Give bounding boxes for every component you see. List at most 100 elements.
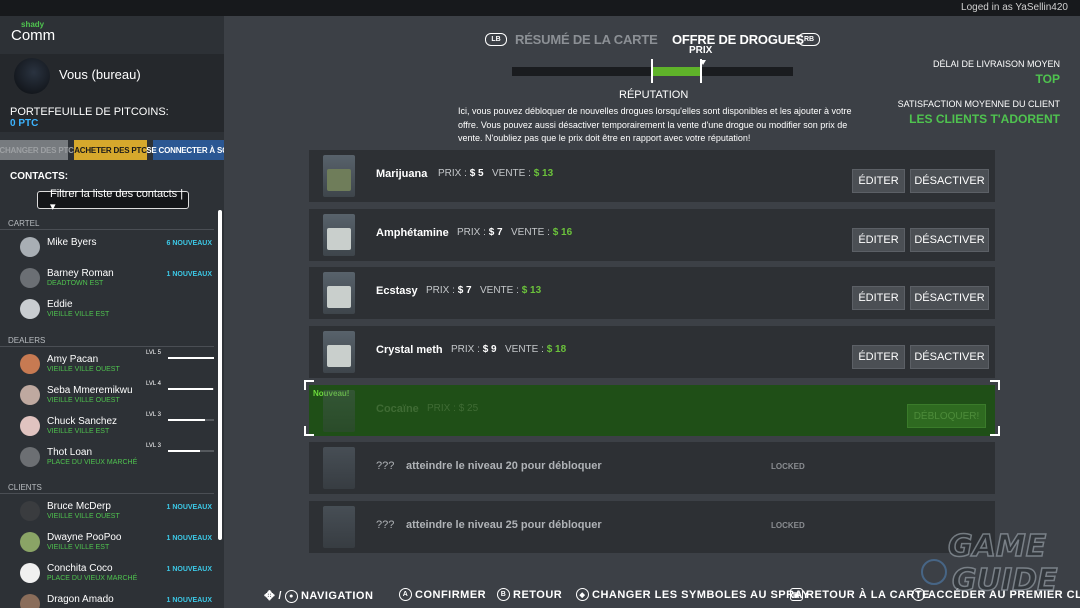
- profile-name: Vous (bureau): [59, 67, 141, 82]
- footer-confirm[interactable]: A CONFIRMER: [399, 588, 486, 601]
- edit-button[interactable]: ÉDITER: [852, 286, 905, 311]
- contact-location: VIEILLE VILLE EST: [47, 428, 110, 435]
- drug-name: Cocaïne: [376, 403, 419, 415]
- drug-sale-price: VENTE : $ 18: [505, 344, 566, 355]
- edit-button[interactable]: ÉDITER: [852, 169, 905, 193]
- contact-location: PLACE DU VIEUX MARCHÉ: [47, 459, 138, 466]
- contact-location: VIEILLE VILLE OUEST: [47, 366, 120, 373]
- dealer-item[interactable]: Seba Mmeremikwu VIEILLE VILLE OUEST LVL 4: [0, 381, 214, 412]
- dealer-progress-bar: [168, 388, 214, 390]
- unlock-button[interactable]: DÉBLOQUER!: [907, 404, 986, 428]
- edit-button[interactable]: ÉDITER: [852, 227, 905, 252]
- connect-account-button[interactable]: SE CONNECTER À SON COMPTE >>: [146, 140, 224, 160]
- contact-item[interactable]: Conchita Coco PLACE DU VIEUX MARCHÉ 1 NOUV…: [0, 560, 214, 590]
- price-label: PRIX :: [426, 285, 455, 297]
- contact-item[interactable]: Bruce McDerp VIEILLE VILLE OUEST 1 NOUVEAU…: [0, 498, 214, 528]
- dealer-progress-fill: [168, 450, 201, 452]
- disable-button[interactable]: DÉSACTIVER: [910, 169, 989, 193]
- dealer-level: LVL 3: [146, 443, 162, 449]
- drug-row[interactable]: Crystal meth PRIX : $ 9 VENTE : $ 18 ÉDITER…: [309, 325, 995, 378]
- app-root: Loged in as YaSellin420 shady Comm Vous …: [0, 0, 1080, 608]
- contacts-filter-select[interactable]: Filtrer la liste des contacts |▾: [37, 188, 189, 213]
- drug-sale-price: VENTE : $ 13: [492, 168, 553, 179]
- contact-name: Dwayne PooPoo: [47, 532, 122, 543]
- b-button-icon: B: [497, 588, 510, 601]
- footer-navigation[interactable]: ✥ / ● NAVIGATION: [264, 588, 373, 604]
- contact-item[interactable]: Dwayne PooPoo VIEILLE VILLE EST 1 NOUVEAUX: [0, 529, 214, 559]
- contact-item[interactable]: Barney Roman DEADTOWN EST 1 NOUVEAUX: [0, 265, 214, 295]
- price-marker: [700, 59, 702, 83]
- footer-spray[interactable]: ◆ CHANGER LES SYMBOLES AU SPRAY: [576, 588, 810, 601]
- section-cartel: CARTEL: [8, 219, 40, 228]
- footer-map[interactable]: ▣ RETOUR À LA CARTE: [790, 588, 930, 601]
- lb-button-icon[interactable]: LB: [485, 33, 507, 46]
- disable-button[interactable]: DÉSACTIVER: [910, 344, 989, 369]
- contacts-label: CONTACTS:: [10, 171, 69, 182]
- footer-spray-label: CHANGER LES SYMBOLES AU SPRAY: [592, 588, 810, 601]
- wallet-value: 0 PTC: [10, 118, 39, 129]
- price-value: $ 5: [469, 168, 484, 179]
- contacts-scrollbar[interactable]: [218, 210, 222, 540]
- drug-bag-icon: [323, 505, 355, 548]
- dealer-progress-bar: [168, 419, 214, 421]
- satisfaction-value: LES CLIENTS T'ADORENT: [909, 112, 1060, 126]
- dealer-progress-fill: [168, 357, 214, 359]
- price-label: PRIX :: [457, 226, 486, 238]
- drug-contents-icon: [327, 286, 351, 309]
- dealer-item[interactable]: Thot Loan PLACE DU VIEUX MARCHÉ LVL 3: [0, 443, 214, 474]
- divider: [0, 493, 214, 494]
- price-label: PRIX :: [451, 343, 480, 355]
- rb-button-icon[interactable]: RB: [798, 33, 820, 46]
- footer-confirm-label: CONFIRMER: [415, 588, 487, 601]
- sidebar: shady Comm Vous (bureau) PORTEFEUILLE DE…: [0, 16, 224, 608]
- sale-value: $ 18: [546, 343, 567, 355]
- contact-avatar: [20, 416, 40, 436]
- contact-item[interactable]: Mike Byers 6 NOUVEAUX: [0, 234, 214, 264]
- contact-name: Thot Loan: [47, 447, 93, 458]
- satisfaction-label: SATISFACTION MOYENNE DU CLIENT: [897, 99, 1060, 109]
- contact-location: PLACE DU VIEUX MARCHÉ: [47, 575, 138, 582]
- view-button-icon: ▣: [790, 588, 803, 601]
- selection-corner: [990, 380, 1000, 390]
- gameguide-watermark-logo: GAME GUIDE: [921, 528, 1059, 599]
- logo-comm: Comm: [11, 27, 56, 44]
- dealer-level: LVL 3: [146, 412, 162, 418]
- contact-avatar: [20, 268, 40, 288]
- locked-tag: LOCKED: [771, 520, 805, 530]
- price-value: $ 7: [488, 226, 503, 238]
- exchange-ptc-button: ÉCHANGER DES PTC: [0, 140, 74, 160]
- disable-button[interactable]: DÉSACTIVER: [910, 227, 989, 252]
- drug-contents-icon: [327, 169, 351, 191]
- drug-bag-icon: [323, 390, 355, 432]
- dealer-item[interactable]: Amy Pacan VIEILLE VILLE OUEST LVL 5: [0, 350, 214, 381]
- drug-price: PRIX : $ 25: [427, 403, 478, 414]
- drug-contents-icon: [327, 344, 351, 367]
- footer-navigation-label: NAVIGATION: [300, 590, 374, 602]
- contact-name: Seba Mmeremikwu: [47, 385, 133, 396]
- drug-row[interactable]: Marijuana PRIX : $ 5 VENTE : $ 13 ÉDITER DÉS…: [309, 150, 995, 202]
- drug-row-locked: ??? atteindre le niveau 25 pour débloquer…: [309, 500, 995, 553]
- drug-price: PRIX : $ 9: [451, 344, 497, 355]
- dealer-item[interactable]: Chuck Sanchez VIEILLE VILLE EST LVL 3: [0, 412, 214, 443]
- drug-sale-price: VENTE : $ 16: [511, 227, 572, 238]
- drug-bag-icon: [323, 330, 355, 373]
- locked-tag: LOCKED: [771, 462, 805, 471]
- footer-back[interactable]: B RETOUR: [497, 588, 562, 601]
- drug-bag-icon: [323, 272, 355, 315]
- contact-name: Barney Roman: [47, 268, 114, 279]
- contact-name: Eddie: [47, 299, 73, 310]
- app-logo: shady Comm: [11, 20, 71, 48]
- selection-corner: [304, 380, 314, 390]
- drug-row[interactable]: Ecstasy PRIX : $ 7 VENTE : $ 13 ÉDITER DÉSAC…: [309, 267, 995, 320]
- drug-row-new[interactable]: Nouveau! Cocaïne PRIX : $ 25 DÉBLOQUER!: [309, 385, 995, 436]
- drug-row[interactable]: Amphétamine PRIX : $ 7 VENTE : $ 16 ÉDITER D…: [309, 208, 995, 261]
- sale-label: VENTE :: [511, 226, 550, 238]
- buy-ptc-button[interactable]: ACHETER DES PTC: [74, 140, 147, 160]
- tab-resume-carte[interactable]: RÉSUMÉ DE LA CARTE: [515, 32, 658, 47]
- contact-name: Conchita Coco: [47, 563, 113, 574]
- contact-item[interactable]: Eddie VIEILLE VILLE EST: [0, 296, 214, 326]
- edit-button[interactable]: ÉDITER: [852, 344, 905, 369]
- footer-slash: /: [278, 590, 282, 602]
- contact-item[interactable]: Dragon Amado 1 NOUVEAUX: [0, 591, 214, 608]
- disable-button[interactable]: DÉSACTIVER: [910, 286, 989, 311]
